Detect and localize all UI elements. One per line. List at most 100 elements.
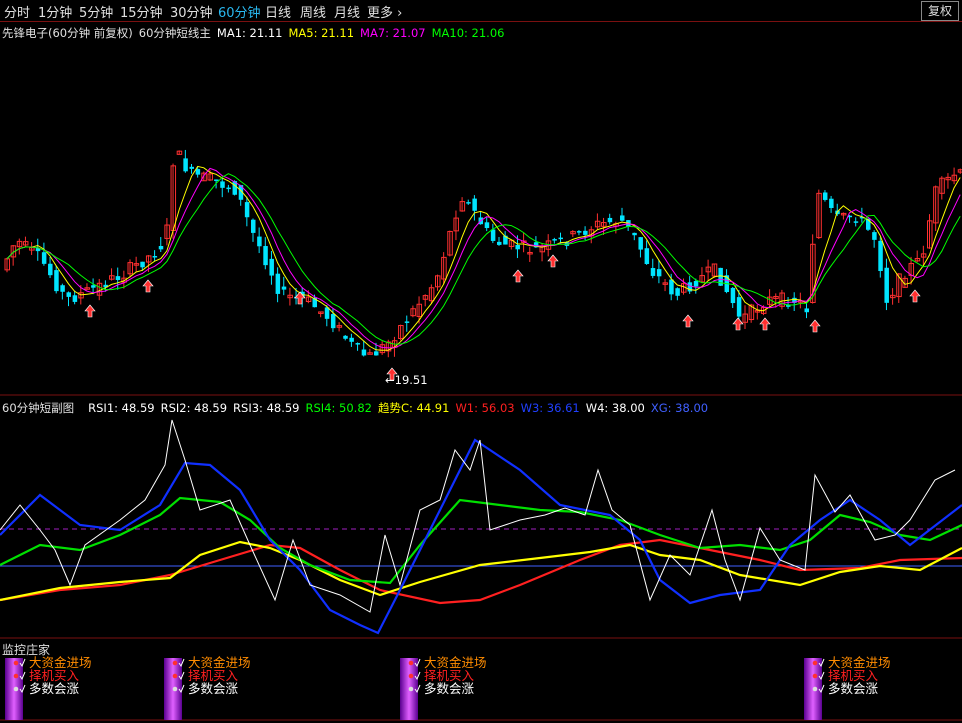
sub-legend: 60分钟短副图 RSI1: 48.59 RSI2: 48.59 RSI3: 48.59…: [2, 400, 714, 416]
candle-down: [576, 231, 582, 233]
trend-label: 趋势C: 44.91: [377, 401, 450, 415]
buy-arrow-icon: [809, 319, 821, 333]
candle-down: [91, 285, 96, 288]
candle-down: [490, 229, 496, 241]
w1-line: [0, 538, 962, 605]
signal-dot-icon: [408, 660, 414, 666]
rsi3-label: RSI3: 48.59: [233, 401, 300, 415]
candle-down: [829, 198, 834, 208]
candle-down: [583, 230, 588, 235]
buy-arrow-icon: [547, 254, 559, 268]
candle-down: [152, 256, 158, 258]
candle-down: [140, 261, 145, 268]
candle-down: [330, 314, 336, 329]
w4-label: W4: 38.00: [585, 401, 645, 415]
candle-down: [257, 236, 262, 247]
signal-dot-icon: [172, 660, 178, 666]
candle-down: [552, 239, 557, 241]
candle-down: [644, 248, 650, 265]
candle-down: [72, 295, 78, 302]
buy-arrow-icon: [682, 314, 694, 328]
main-legend: 先锋电子(60分钟 前复权) 60分钟短线主 MA1: 21.11 MA5: 21.1…: [2, 25, 510, 41]
ma5-label: MA5: 21.11: [288, 26, 355, 40]
candle-down: [66, 292, 71, 297]
buy-arrow-icon: [142, 279, 154, 293]
candle-down: [275, 273, 281, 294]
signal-dot-icon: [13, 686, 19, 692]
signal-label: 多数会涨: [188, 681, 239, 696]
candle-down: [656, 269, 662, 277]
candle-down: [736, 297, 742, 317]
candle-down: [269, 258, 274, 276]
candle-down: [54, 270, 59, 292]
buy-arrow-markers: [84, 254, 921, 381]
candle-down: [214, 179, 219, 181]
xg-label: XG: 38.00: [650, 401, 709, 415]
candle-down: [638, 237, 643, 250]
stock-title: 先锋电子(60分钟 前复权): [2, 26, 133, 40]
ma1-label: MA1: 21.11: [216, 26, 283, 40]
signal-dot-icon: [812, 673, 818, 679]
candle-down: [872, 232, 877, 240]
rsi2-label: RSI2: 48.59: [160, 401, 228, 415]
signal-dot-icon: [172, 686, 178, 692]
candle-down: [878, 240, 883, 272]
candle-down: [324, 307, 330, 319]
signal-dot-icon: [812, 686, 818, 692]
w3-label: W3: 36.61: [520, 401, 580, 415]
candle-down: [730, 287, 736, 304]
candle-down: [853, 221, 859, 223]
w3-line: [0, 438, 962, 635]
candle-down: [466, 202, 471, 204]
indicator-name: 60分钟短线主: [138, 26, 211, 40]
trend-line: [0, 540, 962, 602]
candle-down: [60, 285, 65, 292]
candle-down: [183, 158, 188, 172]
candle-down: [866, 218, 871, 230]
signal-dot-icon: [13, 673, 19, 679]
candle-down: [48, 263, 53, 276]
candle-down: [650, 268, 656, 276]
signal-bars: 大资金进场择机买入多数会涨大资金进场择机买入多数会涨大资金进场择机买入多数会涨大…: [5, 655, 891, 720]
signal-label: 多数会涨: [424, 681, 475, 696]
candle-down: [693, 281, 699, 287]
candle-down: [158, 246, 164, 250]
candle-down: [822, 192, 828, 200]
candle-down: [349, 337, 354, 342]
candle-down: [374, 351, 379, 356]
candle-down: [620, 215, 625, 221]
signal-dot-icon: [13, 660, 19, 666]
signal-dot-icon: [172, 673, 178, 679]
candle-down: [244, 202, 250, 218]
buy-arrow-icon: [759, 317, 771, 331]
candle-down: [515, 244, 520, 250]
candle-down: [669, 279, 674, 295]
ma7-label: MA7: 21.07: [360, 26, 426, 40]
buy-arrow-icon: [512, 269, 524, 283]
rsi4-label: RSI4: 50.82: [305, 401, 372, 415]
candle-down: [361, 349, 367, 356]
signal-dot-icon: [408, 686, 414, 692]
candle-down: [281, 286, 287, 290]
low-price-marker: ←19.51: [385, 373, 428, 387]
candle-down: [263, 246, 268, 266]
buy-arrow-icon: [84, 304, 96, 318]
candle-down: [558, 237, 563, 240]
candle-down: [632, 232, 637, 236]
signal-panel-title: 监控庄家: [2, 643, 51, 657]
chart-area[interactable]: 大资金进场择机买入多数会涨大资金进场择机买入多数会涨大资金进场择机买入多数会涨大…: [0, 0, 962, 723]
candle-down: [804, 308, 809, 313]
candle-down: [251, 219, 256, 233]
candle-down: [41, 252, 47, 264]
candle-down: [115, 276, 121, 281]
candle-down: [884, 267, 889, 303]
candle-down: [343, 335, 348, 339]
signal-label: 多数会涨: [828, 681, 879, 696]
candle-down: [675, 288, 680, 296]
candle-down: [607, 217, 613, 223]
candle-down: [472, 198, 477, 211]
candle-down: [189, 166, 194, 169]
buy-arrow-icon: [732, 317, 744, 331]
candle-down: [220, 181, 225, 188]
candle-down: [195, 169, 201, 175]
